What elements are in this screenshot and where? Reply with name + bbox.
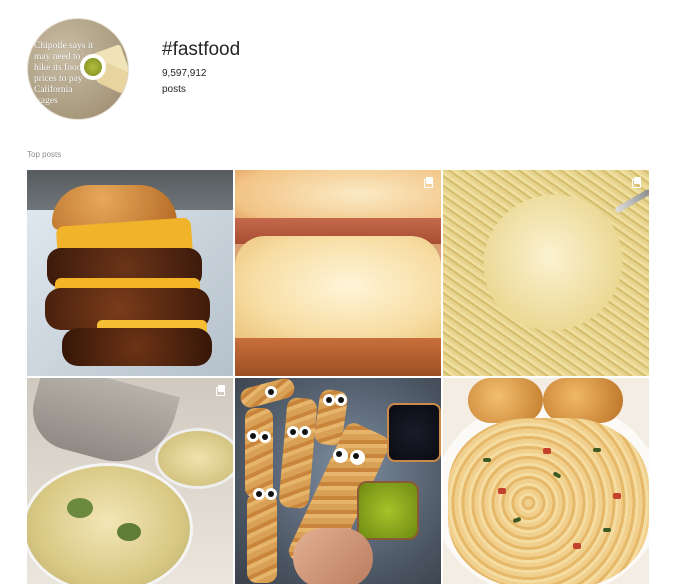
carousel-icon bbox=[424, 177, 434, 188]
post-tile-mac-and-cheese[interactable] bbox=[27, 378, 233, 584]
googly-eye-icon bbox=[247, 430, 259, 442]
post-count: 9,597,912 bbox=[162, 68, 207, 79]
googly-eye-icon bbox=[287, 426, 299, 438]
post-count-label: posts bbox=[162, 84, 186, 95]
post-tile-rotini-pasta[interactable] bbox=[443, 378, 649, 584]
top-posts-label: Top posts bbox=[27, 150, 62, 159]
carousel-icon bbox=[632, 177, 642, 188]
bread-roll-image bbox=[468, 378, 543, 423]
fork-handle bbox=[614, 188, 649, 214]
googly-eye-icon bbox=[299, 426, 311, 438]
dark-sauce-dish bbox=[387, 403, 441, 462]
top-posts-grid bbox=[27, 170, 650, 588]
avatar-caption: Chipotle says it may need to hike its fo… bbox=[34, 41, 94, 106]
googly-eye-icon bbox=[333, 448, 348, 463]
hashtag-avatar: Chipotle says it may need to hike its fo… bbox=[27, 18, 129, 120]
googly-eye-icon bbox=[350, 450, 365, 465]
bread-roll-image bbox=[543, 378, 623, 423]
hand-image bbox=[293, 528, 373, 584]
post-tile-mummy-dogs[interactable] bbox=[235, 378, 441, 584]
googly-eye-icon bbox=[265, 488, 277, 500]
post-tile-cheese-sandwich[interactable] bbox=[235, 170, 441, 376]
googly-eye-icon bbox=[323, 394, 335, 406]
relish-dish bbox=[357, 481, 419, 540]
hashtag-header: Chipotle says it may need to hike its fo… bbox=[0, 0, 675, 140]
post-tile-burger[interactable] bbox=[27, 170, 233, 376]
googly-eye-icon bbox=[265, 386, 277, 398]
googly-eye-icon bbox=[253, 488, 265, 500]
post-tile-spaghetti[interactable] bbox=[443, 170, 649, 376]
googly-eye-icon bbox=[259, 431, 271, 443]
googly-eye-icon bbox=[335, 394, 347, 406]
hashtag-title: #fastfood bbox=[162, 39, 241, 60]
carousel-icon bbox=[216, 385, 226, 396]
